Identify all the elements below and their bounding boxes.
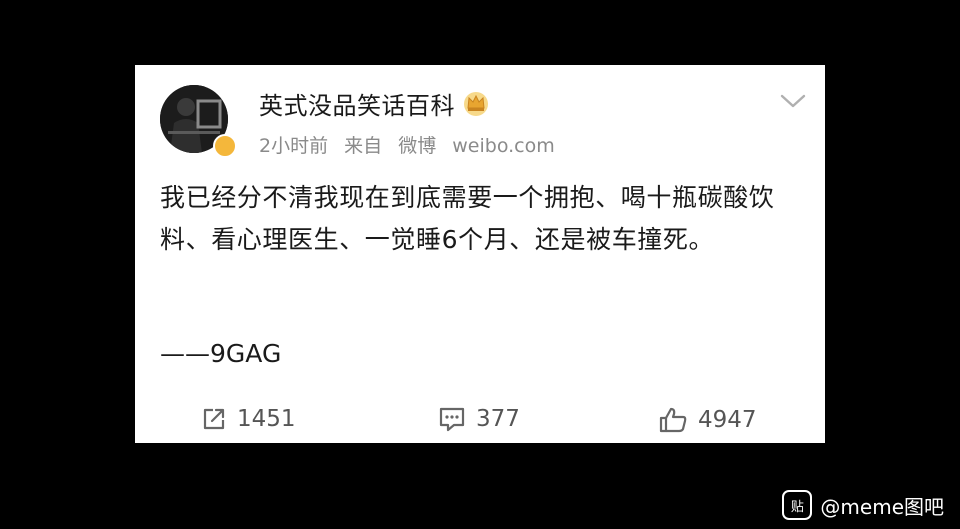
chevron-down-icon[interactable] [780,93,806,109]
post-time: 2小时前 [259,135,329,157]
repost-count: 1451 [237,406,296,432]
post-text: 我已经分不清我现在到底需要一个拥抱、喝十瓶碳酸饮料、看心理医生、一觉睡6个月、还… [160,183,775,254]
thumbs-up-icon [659,407,687,433]
comment-icon [439,407,465,432]
comment-count: 377 [476,406,520,432]
post-meta: 2小时前 来自 微博 weibo.com [259,131,565,158]
verified-badge-icon [213,134,237,158]
crown-icon [464,92,488,116]
screenshot-canvas: 英式没品笑话百科 2小时前 来自 微博 weibo.com 我已经分不清我现在到… [0,0,960,529]
weibo-post-card: 英式没品笑话百科 2小时前 来自 微博 weibo.com 我已经分不清我现在到… [135,65,825,443]
post-source-domain[interactable]: weibo.com [452,135,554,157]
post-source-prefix: 来自 [344,135,383,157]
like-button[interactable]: 4947 [658,406,757,434]
tieba-logo-icon: 贴 [782,490,813,520]
action-bar: 1451 377 4947 [135,403,825,443]
watermark: 贴 @meme图吧 [782,490,944,520]
repost-icon [203,408,225,430]
post-source-app[interactable]: 微博 [398,135,436,157]
repost-button[interactable]: 1451 [201,406,296,432]
comment-button[interactable]: 377 [438,406,520,432]
post-signature: ——9GAG [160,339,282,368]
watermark-label: @meme图吧 [820,494,944,519]
like-count: 4947 [698,407,757,433]
author-name[interactable]: 英式没品笑话百科 [259,86,455,121]
author-row: 英式没品笑话百科 [259,86,491,121]
